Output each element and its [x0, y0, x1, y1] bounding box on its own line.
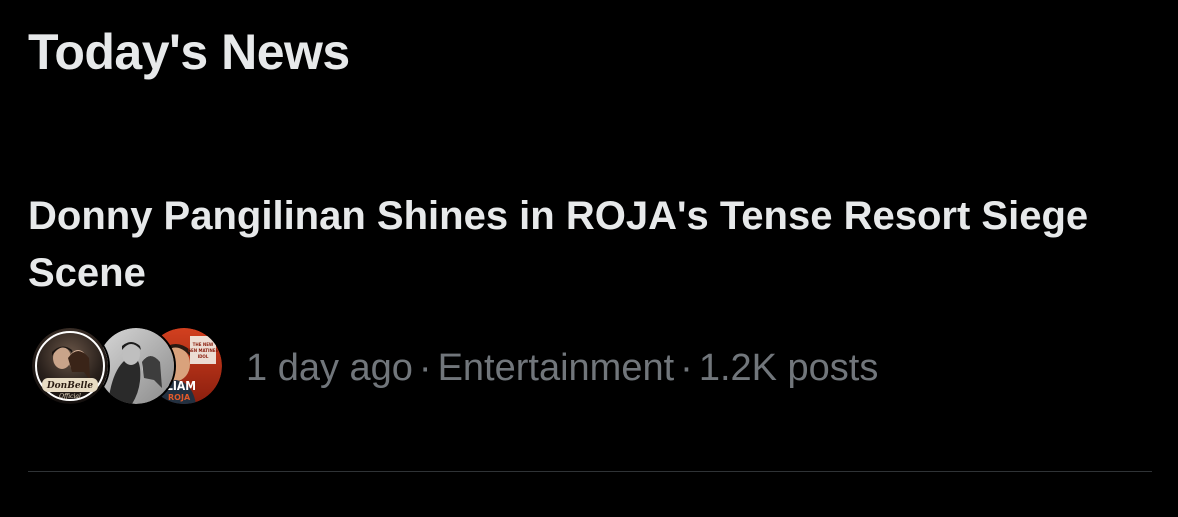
section-title: Today's News: [28, 24, 350, 80]
news-time: 1 day ago: [246, 347, 413, 389]
svg-text:GEN MATINEE: GEN MATINEE: [188, 348, 219, 353]
roja-poster-title: ROJA: [168, 393, 191, 402]
meta-separator: ·: [680, 347, 693, 389]
divider: [28, 471, 1152, 472]
meta-separator: ·: [418, 347, 432, 389]
svg-text:THE NEW: THE NEW: [193, 342, 214, 347]
donbelle-logo-text: DonBelle: [46, 381, 94, 391]
news-meta-text: 1 day ago · Entertainment · 1.2K posts: [246, 326, 878, 410]
news-category[interactable]: Entertainment: [438, 347, 675, 389]
news-item[interactable]: Donny Pangilinan Shines in ROJA's Tense …: [0, 180, 1178, 473]
donbelle-avatar: DonBelle Official: [30, 326, 110, 406]
donbelle-logo-subtext: Official: [59, 393, 81, 400]
avatar-stack: DonBelle Official THE NEW GEN MATINEE ID…: [30, 326, 224, 410]
svg-text:IDOL: IDOL: [198, 354, 209, 359]
news-post-count: 1.2K posts: [698, 347, 879, 389]
news-headline[interactable]: Donny Pangilinan Shines in ROJA's Tense …: [28, 188, 1138, 302]
news-meta-row: DonBelle Official THE NEW GEN MATINEE ID…: [30, 326, 878, 410]
